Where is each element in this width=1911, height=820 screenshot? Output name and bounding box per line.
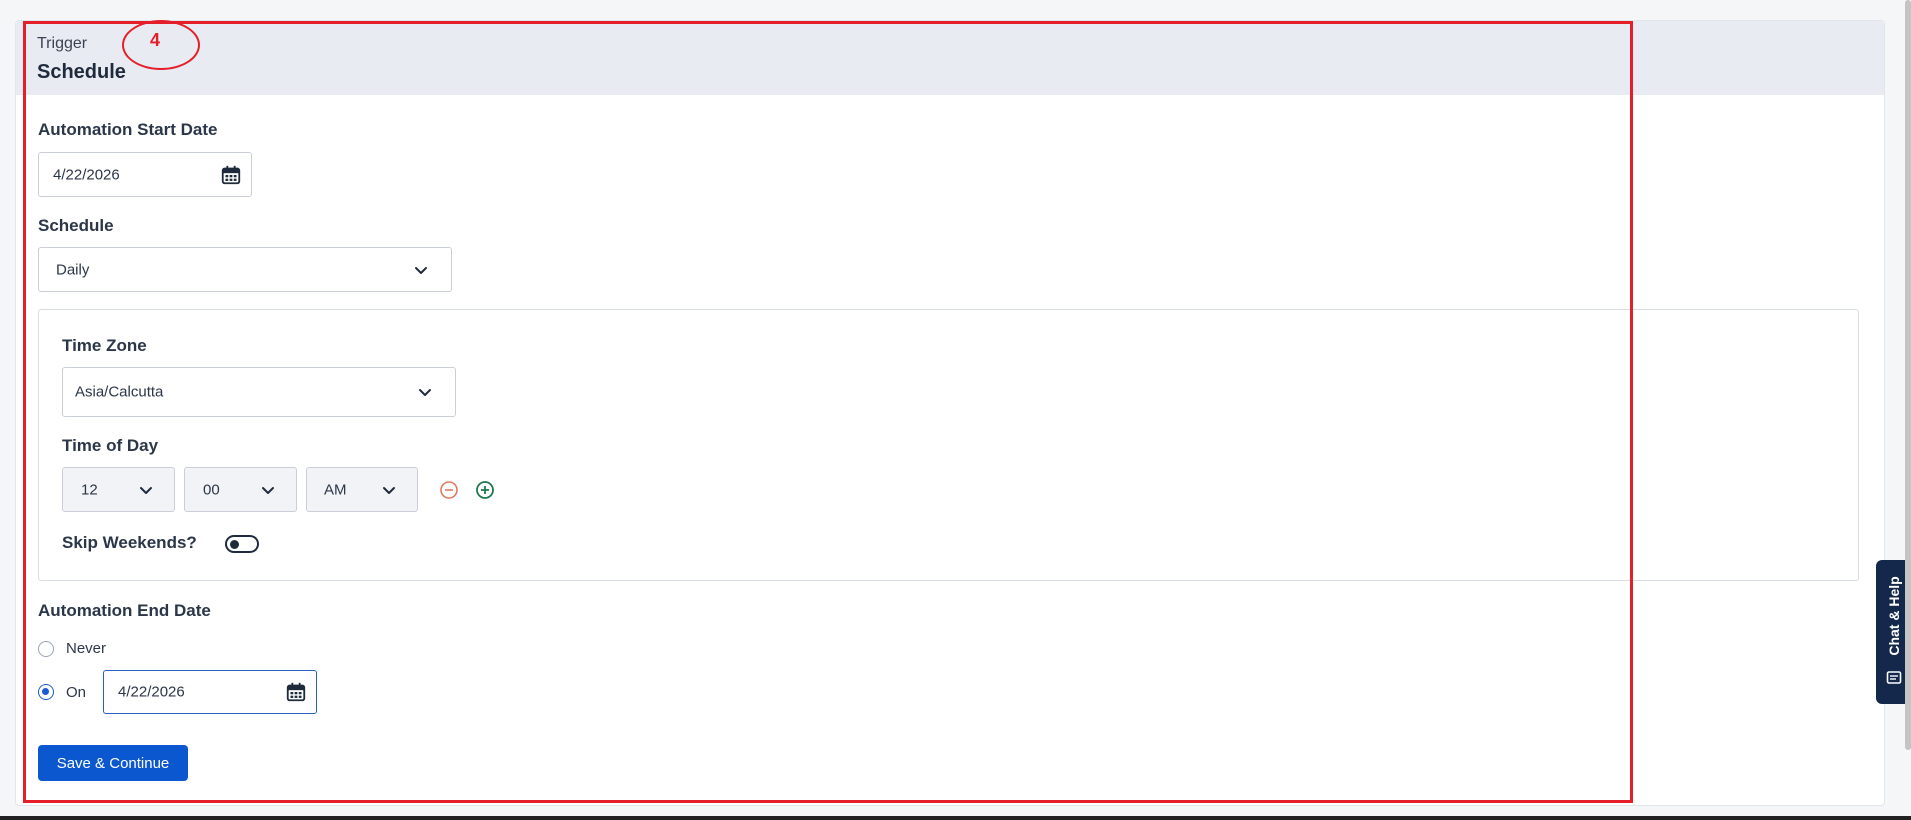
- save-continue-button[interactable]: Save & Continue: [38, 745, 188, 781]
- end-date-value: 4/22/2026: [118, 683, 185, 701]
- end-on-radio[interactable]: [38, 684, 54, 700]
- schedule-value: Daily: [56, 261, 90, 278]
- start-date-field[interactable]: 4/22/2026: [38, 152, 252, 197]
- annotation-number: 4: [150, 30, 161, 50]
- calendar-icon[interactable]: [220, 164, 242, 186]
- chevron-down-icon: [419, 389, 431, 396]
- calendar-icon[interactable]: [285, 681, 307, 703]
- ampm-select[interactable]: AM: [306, 467, 418, 512]
- time-of-day-label: Time of Day: [62, 436, 159, 455]
- hour-value: 12: [81, 481, 98, 498]
- chat-help-label: Chat & Help: [1885, 576, 1902, 656]
- skip-weekends-label: Skip Weekends?: [62, 533, 197, 552]
- page-title: Schedule: [37, 61, 126, 83]
- plus-circle-icon[interactable]: [475, 480, 495, 500]
- page-scrollbar[interactable]: [1905, 0, 1911, 750]
- minute-value: 00: [203, 481, 220, 498]
- end-date-field[interactable]: 4/22/2026: [103, 670, 317, 714]
- chevron-down-icon: [140, 486, 152, 494]
- start-date-value: 4/22/2026: [53, 166, 120, 183]
- schedule-select[interactable]: Daily: [38, 247, 452, 292]
- skip-weekends-toggle[interactable]: [225, 535, 259, 553]
- toggle-knob: [230, 539, 239, 549]
- chat-bubble-icon: [1886, 671, 1902, 684]
- time-zone-value: Asia/Calcutta: [75, 383, 164, 401]
- ampm-value: AM: [324, 481, 347, 498]
- card-header: Trigger Schedule: [16, 21, 1884, 95]
- chevron-down-icon: [262, 486, 274, 494]
- minus-circle-icon[interactable]: [439, 480, 459, 500]
- time-zone-select[interactable]: Asia/Calcutta: [62, 367, 456, 417]
- end-date-label: Automation End Date: [38, 601, 211, 620]
- chevron-down-icon: [415, 266, 427, 274]
- schedule-label: Schedule: [38, 216, 114, 235]
- start-date-label: Automation Start Date: [38, 120, 218, 139]
- end-never-label[interactable]: Never: [66, 640, 106, 657]
- hour-select[interactable]: 12: [62, 467, 175, 512]
- end-never-radio[interactable]: [38, 641, 54, 657]
- trigger-kicker: Trigger: [37, 35, 88, 52]
- minute-select[interactable]: 00: [184, 467, 297, 512]
- time-zone-label: Time Zone: [62, 336, 147, 355]
- bottom-edge: [0, 816, 1911, 820]
- daily-settings-panel: [38, 309, 1859, 581]
- chevron-down-icon: [383, 486, 395, 494]
- end-on-label[interactable]: On: [66, 684, 86, 701]
